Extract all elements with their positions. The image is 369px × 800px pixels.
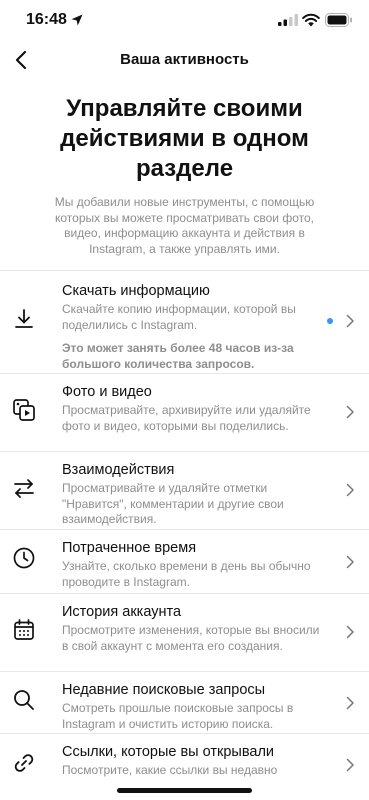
menu-item-note: Это может занять более 48 часов из-за бо…: [62, 341, 294, 371]
menu-item-title: Взаимодействия: [62, 462, 175, 478]
status-time: 16:48: [26, 11, 67, 28]
page-title: Ваша активность: [120, 51, 249, 68]
menu-item-description: Посмотрите, какие ссылки вы недавно: [62, 763, 278, 777]
menu-item-description: Просмотрите изменения, которые вы вносил…: [62, 623, 320, 653]
menu-item-description: Скачайте копию информации, которой вы по…: [62, 302, 296, 332]
menu-item-recent-searches[interactable]: Недавние поисковые запросы Смотреть прош…: [0, 671, 369, 733]
chevron-right-icon: [346, 483, 354, 497]
chevron-right-icon: [346, 405, 354, 419]
menu-item-visited-links[interactable]: Ссылки, которые вы открывали Посмотрите,…: [0, 733, 369, 793]
download-icon: [15, 309, 33, 328]
menu-item-description: Просматривайте и удаляйте отметки "Нрави…: [62, 481, 284, 526]
home-indicator: [117, 788, 252, 793]
signal-icon: [278, 14, 298, 26]
chevron-right-icon: [346, 625, 354, 639]
chevron-right-icon: [346, 758, 354, 772]
menu-item-description: Просматривайте, архивируйте или удаляйте…: [62, 403, 311, 433]
chevron-right-icon: [346, 314, 354, 328]
location-arrow-icon: [71, 14, 83, 26]
menu-item-title: Скачать информацию: [62, 283, 210, 299]
link-icon: [14, 754, 34, 772]
chevron-right-icon: [346, 555, 354, 569]
photos-videos-icon: [13, 399, 35, 421]
search-icon: [14, 690, 34, 710]
menu-item-time-spent[interactable]: Потраченное время Узнайте, сколько време…: [0, 529, 369, 593]
menu-item-title: Недавние поисковые запросы: [62, 682, 266, 698]
interactions-icon: [14, 479, 34, 498]
menu-item-title: Потраченное время: [62, 540, 197, 556]
menu-item-description: Смотреть прошлые поисковые запросы в Ins…: [62, 701, 294, 731]
menu-item-title: История аккаунта: [62, 604, 182, 620]
menu-item-photos-videos[interactable]: Фото и видео Просматривайте, архивируйте…: [0, 373, 369, 451]
wifi-icon: [302, 13, 320, 27]
menu-item-account-history[interactable]: История аккаунта Просмотрите изменения, …: [0, 593, 369, 671]
menu-item-title: Фото и видео: [62, 384, 152, 400]
menu-item-interactions[interactable]: Взаимодействия Просматривайте и удаляйте…: [0, 451, 369, 529]
menu-item-title: Ссылки, которые вы открывали: [62, 744, 275, 760]
status-bar: 16:48: [0, 0, 369, 42]
clock-icon: [13, 547, 35, 569]
calendar-icon: [14, 619, 34, 640]
menu-item-download-info[interactable]: Скачать информацию Скачайте копию информ…: [0, 270, 369, 373]
menu-item-description: Узнайте, сколько времени в день вы обычн…: [62, 559, 311, 589]
notification-dot: [327, 318, 333, 324]
hero-title: Управляйте своими действиями в одном раз…: [60, 95, 309, 182]
battery-icon: [325, 13, 352, 27]
chevron-right-icon: [346, 696, 354, 710]
nav-bar: Ваша активность: [0, 42, 369, 78]
hero-description: Мы добавили новые инструменты, с помощью…: [54, 195, 315, 256]
